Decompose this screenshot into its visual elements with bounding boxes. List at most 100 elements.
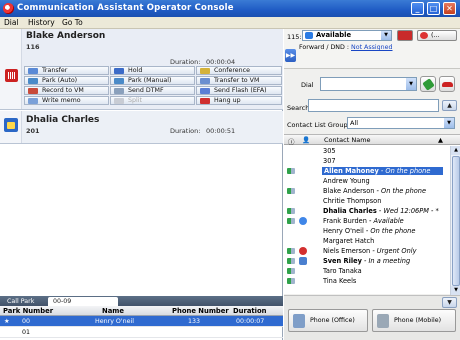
table-row[interactable]: ★ 00 Henry O'neil 133 00:00:07: [0, 316, 283, 327]
list-item[interactable]: Dhalia Charles - Wed 12:06PM - *: [284, 206, 450, 216]
write-memo-label: Write memo: [42, 97, 81, 104]
contact-group-label: Contact List Group:: [287, 121, 350, 129]
contact-name: Allen Mahoney - On the phone: [322, 167, 443, 175]
held-caller-ext: 201: [26, 127, 40, 135]
forward-value-link[interactable]: Not Assigned: [351, 44, 393, 51]
list-item[interactable]: 305: [284, 146, 450, 156]
conference-label: Conference: [214, 67, 250, 74]
write-memo-button[interactable]: Write memo: [24, 96, 109, 105]
list-item[interactable]: Niels Emerson - Urgent Only: [284, 246, 450, 256]
send-flash-button[interactable]: Send Flash (EFA): [196, 86, 282, 95]
col-name[interactable]: Name: [102, 307, 124, 315]
contact-list-header: ⓘ 👤 Contact Name ▲: [284, 135, 460, 146]
park-auto-button[interactable]: Park (Auto): [24, 76, 109, 85]
record-vm-label: Record to VM: [42, 87, 84, 94]
park-auto-label: Park (Auto): [42, 77, 78, 84]
call-button[interactable]: [420, 76, 436, 92]
split-label: Split: [128, 97, 142, 104]
person-icon[interactable]: 👤: [302, 136, 310, 144]
maximize-button[interactable]: □: [427, 2, 440, 15]
scroll-down-icon[interactable]: ▼: [451, 286, 460, 295]
minimize-button[interactable]: _: [411, 2, 424, 15]
call-park-tabs: Call Park 00-09: [0, 296, 283, 306]
list-item[interactable]: Tina Keels: [284, 276, 450, 286]
transfer-button[interactable]: Transfer: [24, 66, 109, 75]
active-caller-ext: 116: [26, 43, 40, 51]
contact-group-select[interactable]: All ▼: [347, 117, 455, 129]
menu-bar: Dial History Go To: [0, 17, 460, 29]
park-table-header: Park Number Name Phone Number Duration: [0, 306, 283, 316]
phone-mobile-label: Phone (Mobile): [394, 317, 442, 324]
active-call-panel[interactable]: Blake Anderson 116 Duration: 00:00:04 Tr…: [0, 29, 283, 110]
phone-office-button[interactable]: Phone (Office): [288, 309, 368, 332]
dial-input[interactable]: ▼: [320, 77, 417, 91]
col-phone-number[interactable]: Phone Number: [172, 307, 229, 315]
transfer-vm-button[interactable]: Transfer to VM: [196, 76, 282, 85]
contact-name: Taro Tanaka: [323, 267, 362, 275]
list-item[interactable]: Taro Tanaka: [284, 266, 450, 276]
park-manual-button[interactable]: Park (Manual): [110, 76, 195, 85]
list-item[interactable]: Andrew Young: [284, 176, 450, 186]
list-item[interactable]: Blake Anderson - On the phone: [284, 186, 450, 196]
search-input[interactable]: [308, 99, 439, 112]
own-extension: 115:: [287, 33, 302, 41]
held-caller-name: Dhalia Charles: [26, 115, 100, 125]
options-button[interactable]: (...: [417, 30, 457, 41]
list-item[interactable]: 307: [284, 156, 450, 166]
scroll-up-icon[interactable]: ▲: [451, 146, 460, 155]
list-item[interactable]: Allen Mahoney - On the phone: [284, 166, 450, 176]
status-icon: [287, 168, 295, 174]
expand-arrow-button[interactable]: ▶▶: [285, 49, 296, 62]
list-item[interactable]: Chritie Thompson: [284, 196, 450, 206]
held-duration-label: Duration:: [170, 127, 201, 135]
contact-name: Chritie Thompson: [323, 197, 382, 205]
table-row[interactable]: 01: [0, 327, 283, 338]
list-item[interactable]: Margaret Hatch: [284, 236, 450, 246]
record-vm-button[interactable]: Record to VM: [24, 86, 109, 95]
phone-mobile-icon: [377, 314, 389, 328]
hold-button[interactable]: Hold: [110, 66, 195, 75]
split-button[interactable]: Split: [110, 96, 195, 105]
status-icon: [287, 248, 295, 254]
list-item[interactable]: Frank Burden - Available: [284, 216, 450, 226]
hang-up-button[interactable]: Hang up: [196, 96, 282, 105]
list-item[interactable]: Sven Riley - In a meeting: [284, 256, 450, 266]
phone-mobile-button[interactable]: Phone (Mobile): [372, 309, 456, 332]
transfer-label: Transfer: [42, 67, 68, 74]
menu-goto[interactable]: Go To: [62, 18, 83, 27]
col-contact-name[interactable]: Contact Name: [324, 136, 371, 144]
send-dtmf-button[interactable]: Send DTMF: [110, 86, 195, 95]
held-call-side-strip: [0, 111, 22, 143]
app-logo-icon: [3, 3, 14, 14]
quick-area-toggle-button[interactable]: ▼: [442, 297, 457, 308]
menu-dial[interactable]: Dial: [4, 18, 19, 27]
urgent-icon: [299, 247, 307, 255]
contact-name-text: Dhalia Charles: [323, 207, 377, 215]
conference-button[interactable]: Conference: [196, 66, 282, 75]
chevron-down-icon[interactable]: ▼: [406, 78, 416, 90]
title-bar: Communication Assistant Operator Console…: [0, 0, 460, 17]
dial-label: Dial: [301, 81, 314, 89]
list-item[interactable]: Henry O'neil - On the phone: [284, 226, 450, 236]
hangup-button[interactable]: [439, 76, 455, 92]
tab-call-park[interactable]: Call Park: [2, 297, 39, 306]
sort-up-icon[interactable]: ▲: [438, 136, 443, 144]
search-toggle-button[interactable]: ▲: [442, 100, 457, 111]
dnd-button[interactable]: [397, 30, 413, 41]
held-call-panel[interactable]: Dhalia Charles 201 Duration: 00:00:51: [0, 111, 283, 144]
col-duration[interactable]: Duration: [233, 307, 267, 315]
info-icon[interactable]: ⓘ: [288, 136, 295, 146]
options-icon: [420, 32, 428, 39]
status-icon: [287, 208, 295, 214]
menu-history[interactable]: History: [28, 18, 55, 27]
presence-select[interactable]: Available ▼: [302, 30, 392, 41]
contact-name: Blake Anderson - On the phone: [323, 187, 426, 195]
held-call-phone-icon: [4, 118, 18, 132]
scrollbar-thumb[interactable]: [452, 156, 460, 286]
contact-name: Frank Burden - Available: [323, 217, 404, 225]
contact-list-scrollbar[interactable]: ▲ ▼: [450, 146, 460, 295]
col-park-number[interactable]: Park Number: [3, 307, 53, 315]
tab-park-00-09[interactable]: 00-09: [48, 297, 118, 306]
park-number-cell: 00: [22, 318, 31, 325]
close-button[interactable]: ✕: [443, 2, 456, 15]
